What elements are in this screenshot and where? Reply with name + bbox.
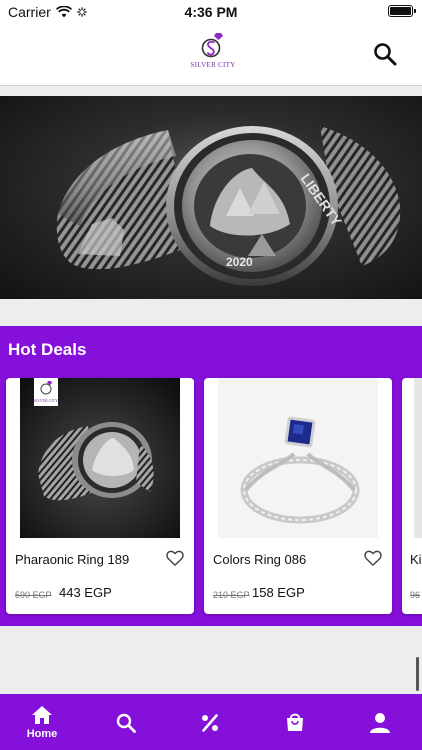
tab-cart[interactable] — [253, 694, 337, 750]
product-name[interactable]: Ki — [410, 552, 422, 567]
app-screen: Carrier 4:36 PM SILVER CITY LIBERTY 2020… — [0, 0, 422, 750]
tab-home-label: Home — [26, 728, 58, 740]
hot-deals-section: Hot Deals SILVER CITY Pharaonic Ring 189… — [0, 326, 422, 626]
pharaonic-ring-image: SILVER CITY — [20, 378, 180, 538]
product-name[interactable]: Colors Ring 086 — [213, 552, 306, 567]
user-icon — [370, 713, 390, 733]
hot-deals-title: Hot Deals — [8, 340, 87, 359]
product-image[interactable] — [218, 378, 378, 538]
product-image[interactable] — [414, 378, 422, 538]
tab-offers[interactable] — [168, 694, 252, 750]
status-bar: Carrier 4:36 PM — [0, 0, 422, 24]
battery-icon — [388, 5, 416, 17]
product-old-price: 96 — [410, 590, 421, 600]
status-time: 4:36 PM — [184, 4, 238, 20]
search-icon[interactable] — [372, 41, 398, 67]
bottom-tab-bar: Home — [0, 694, 422, 750]
app-header: SILVER CITY — [0, 24, 422, 86]
heart-icon[interactable] — [363, 548, 383, 568]
product-badge: SILVER CITY — [34, 398, 58, 403]
product-price: 443 EGP — [59, 585, 112, 600]
tab-profile[interactable] — [338, 694, 422, 750]
scroll-indicator[interactable] — [416, 657, 419, 691]
product-card[interactable]: Colors Ring 086 210 EGP 158 EGP — [204, 378, 392, 614]
heart-icon[interactable] — [165, 548, 185, 568]
ring-logo-icon — [201, 33, 223, 58]
shopping-bag-icon — [287, 713, 303, 731]
percent-icon — [202, 714, 218, 732]
tab-search[interactable] — [84, 694, 168, 750]
brand-logo[interactable]: SILVER CITY — [186, 32, 240, 78]
product-card[interactable]: SILVER CITY Pharaonic Ring 189 590 EGP 4… — [6, 378, 194, 614]
hero-banner[interactable]: LIBERTY 2020 — [0, 96, 422, 299]
product-name[interactable]: Pharaonic Ring 189 — [15, 552, 129, 567]
brand-name: SILVER CITY — [190, 61, 236, 69]
product-image[interactable]: SILVER CITY — [20, 378, 180, 538]
hero-ring-text-bottom: 2020 — [226, 255, 253, 269]
home-icon — [32, 706, 52, 724]
product-old-price: 590 EGP — [15, 590, 52, 600]
tab-home[interactable]: Home — [0, 694, 84, 750]
search-icon — [116, 713, 136, 733]
product-card[interactable]: Ki 96 — [402, 378, 422, 614]
blue-stone-ring-image — [218, 378, 378, 538]
product-price: 158 EGP — [252, 585, 305, 600]
hero-ring-image: LIBERTY 2020 — [56, 126, 401, 286]
product-old-price: 210 EGP — [213, 590, 250, 600]
